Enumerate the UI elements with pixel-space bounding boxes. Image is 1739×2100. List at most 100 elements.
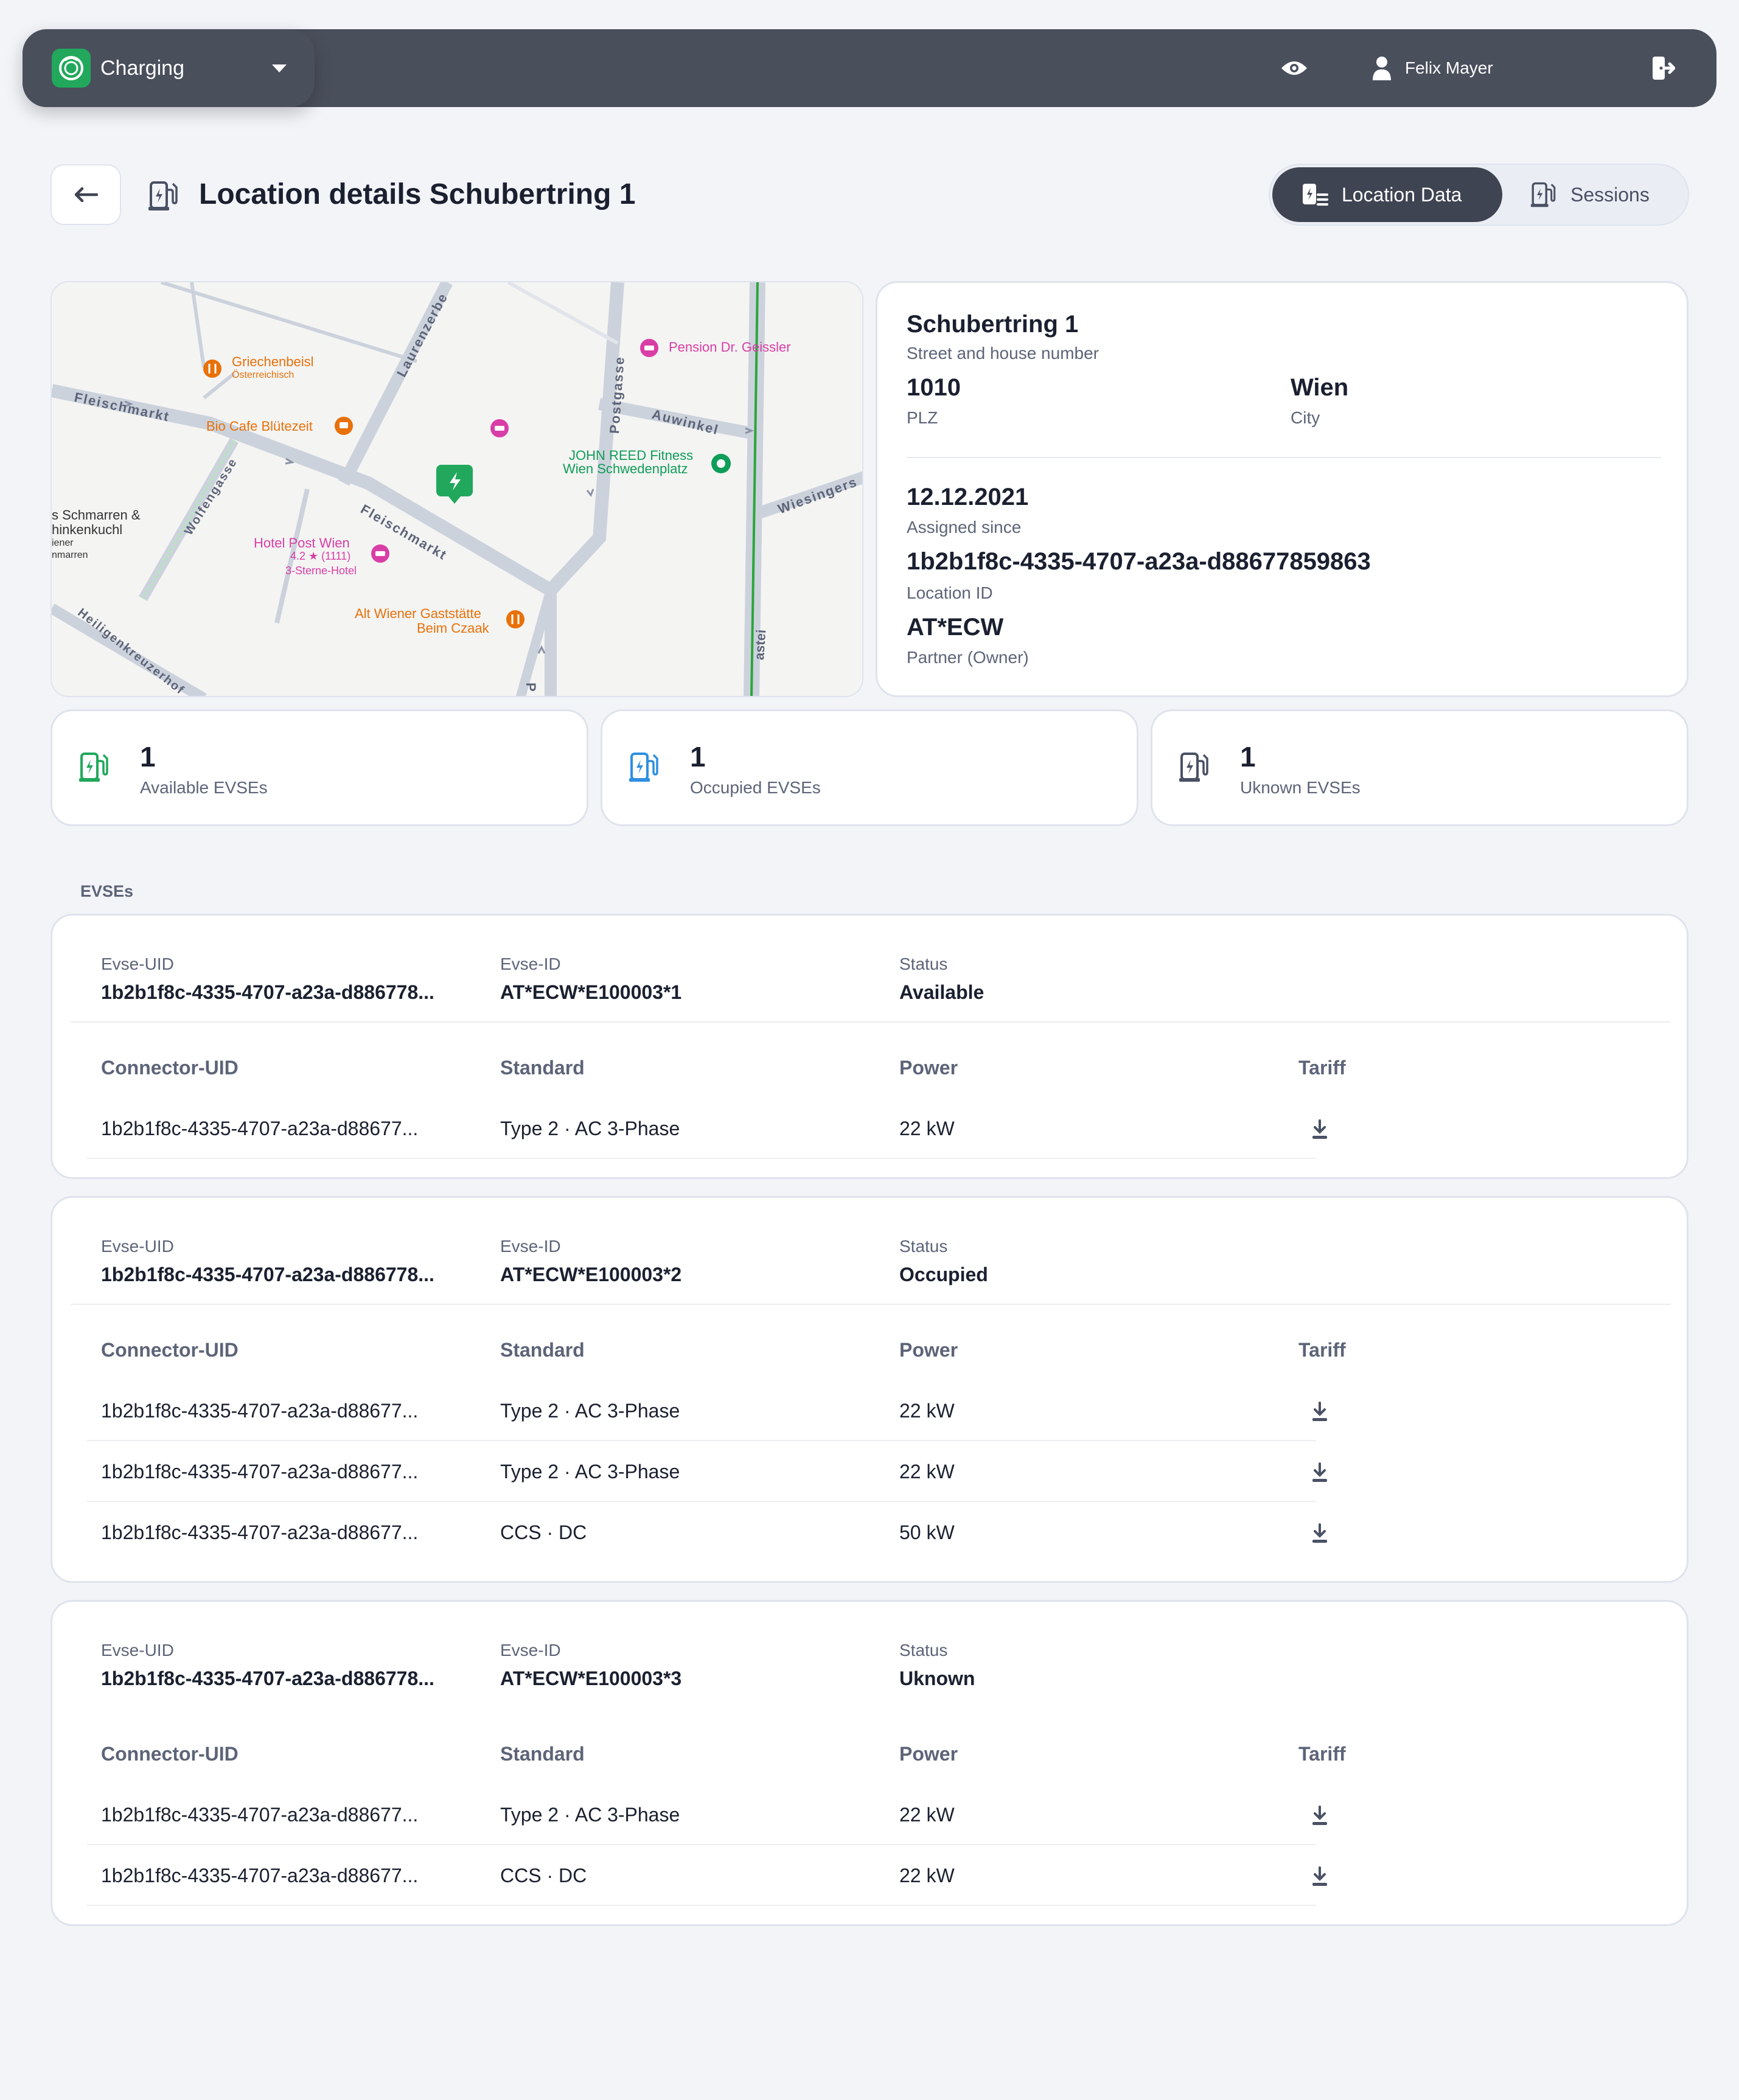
evse-id-label: Evse-ID <box>500 1641 561 1660</box>
map-label: Griechenbeisl <box>232 354 314 369</box>
evses-section-label: EVSEs <box>80 882 134 900</box>
connector-uid: 1b2b1f8c-4335-4707-a23a-d88677... <box>101 1804 419 1826</box>
sessions-icon <box>1530 182 1556 207</box>
row-divider <box>87 1440 1316 1441</box>
tab-sessions[interactable]: Sessions <box>1512 167 1682 222</box>
tab-location-data-label: Location Data <box>1342 183 1462 206</box>
location-info-card: Schubertring 1 Street and house number 1… <box>876 281 1688 697</box>
partner-value: AT*ECW <box>907 614 1004 641</box>
city-value: Wien <box>1291 374 1349 401</box>
map-label: s Schmarren & <box>52 507 141 523</box>
connector-standard: Type 2 · AC 3-Phase <box>500 1118 680 1139</box>
stat-occupied: 1 Occupied EVSEs <box>601 709 1138 826</box>
charging-station-available-icon <box>79 751 110 786</box>
connector-uid-header: Connector-UID <box>101 1057 239 1079</box>
evse-id-label: Evse-ID <box>500 954 561 973</box>
row-divider <box>87 1905 1316 1906</box>
location-map[interactable]: Griechenbeisl Österreichisch Pension Dr.… <box>51 281 863 697</box>
charging-station-occupied-icon <box>629 751 660 786</box>
eye-icon[interactable] <box>1276 54 1312 83</box>
status-value: Occupied <box>899 1264 988 1285</box>
assigned-since-value: 12.12.2021 <box>907 484 1029 510</box>
chevron-down-icon <box>272 64 287 72</box>
location-id-label: Location ID <box>907 583 993 602</box>
connector-standard: Type 2 · AC 3-Phase <box>500 1400 680 1422</box>
tab-location-data[interactable]: Location Data <box>1272 167 1502 222</box>
back-button[interactable] <box>51 164 121 225</box>
status-value: Available <box>899 981 985 1003</box>
logout-icon[interactable] <box>1646 52 1680 84</box>
connector-uid: 1b2b1f8c-4335-4707-a23a-d88677... <box>101 1461 419 1483</box>
download-tariff-icon[interactable] <box>1308 1865 1332 1889</box>
download-tariff-icon[interactable] <box>1308 1400 1332 1424</box>
download-tariff-icon[interactable] <box>1308 1804 1332 1828</box>
user-icon <box>1373 57 1391 80</box>
stat-label: Uknown EVSEs <box>1240 778 1361 797</box>
connector-power: 22 kW <box>899 1461 955 1483</box>
connector-power: 22 kW <box>899 1400 955 1422</box>
evse-uid-value: 1b2b1f8c-4335-4707-a23a-d886778... <box>101 1264 434 1285</box>
charging-station-icon <box>148 180 179 215</box>
connector-uid-header: Connector-UID <box>101 1339 239 1361</box>
stat-available: 1 Available EVSEs <box>51 709 588 826</box>
partner-label: Partner (Owner) <box>907 648 1029 667</box>
connector-uid-header: Connector-UID <box>101 1743 239 1765</box>
divider <box>907 457 1661 458</box>
power-header: Power <box>899 1743 958 1765</box>
connector-uid: 1b2b1f8c-4335-4707-a23a-d88677... <box>101 1400 419 1422</box>
location-data-icon <box>1303 184 1328 206</box>
user-menu[interactable]: Felix Mayer <box>1372 49 1493 88</box>
connector-power: 22 kW <box>899 1865 955 1886</box>
location-id-value: 1b2b1f8c-4335-4707-a23a-d88677859863 <box>907 548 1371 575</box>
map-label: nmarren <box>52 550 88 560</box>
stat-value: 1 <box>690 741 706 773</box>
map-label: iener <box>52 538 74 548</box>
power-header: Power <box>899 1057 958 1079</box>
connector-standard: Type 2 · AC 3-Phase <box>500 1461 680 1483</box>
view-tabs: Location Data Sessions <box>1269 164 1689 226</box>
tariff-header: Tariff <box>1298 1743 1346 1765</box>
row-divider <box>87 1844 1316 1845</box>
app-logo-icon <box>52 49 91 88</box>
divider <box>71 1304 1671 1305</box>
power-header: Power <box>899 1339 958 1361</box>
status-label: Status <box>899 1237 948 1256</box>
download-tariff-icon[interactable] <box>1308 1461 1332 1485</box>
stat-label: Available EVSEs <box>140 778 268 797</box>
app-name: Charging <box>100 56 184 80</box>
row-divider <box>87 1158 1316 1159</box>
arrow-left-icon <box>74 187 98 203</box>
stat-label: Occupied EVSEs <box>690 778 821 797</box>
connector-power: 50 kW <box>899 1521 955 1543</box>
evse-id-value: AT*ECW*E100003*2 <box>500 1264 682 1285</box>
user-name: Felix Mayer <box>1405 58 1493 77</box>
status-value: Uknown <box>899 1667 975 1689</box>
map-label: astei <box>751 628 769 661</box>
plz-label: PLZ <box>907 408 938 427</box>
stat-value: 1 <box>140 741 156 773</box>
connector-power: 22 kW <box>899 1118 955 1139</box>
connector-uid: 1b2b1f8c-4335-4707-a23a-d88677... <box>101 1118 419 1139</box>
connector-uid: 1b2b1f8c-4335-4707-a23a-d88677... <box>101 1865 419 1886</box>
connector-standard: CCS · DC <box>500 1521 587 1543</box>
evse-uid-label: Evse-UID <box>101 1237 174 1256</box>
stat-value: 1 <box>1240 741 1256 773</box>
map-label: Beim Czaak <box>417 621 489 636</box>
map-label: Alt Wiener Gaststätte <box>355 606 481 621</box>
stat-unknown: 1 Uknown EVSEs <box>1151 709 1688 826</box>
assigned-since-label: Assigned since <box>907 518 1022 537</box>
evse-card: Evse-UID 1b2b1f8c-4335-4707-a23a-d886778… <box>51 914 1688 1179</box>
charging-station-unknown-icon <box>1179 751 1210 786</box>
download-tariff-icon[interactable] <box>1308 1521 1332 1546</box>
download-tariff-icon[interactable] <box>1308 1118 1332 1142</box>
divider <box>71 1021 1671 1023</box>
standard-header: Standard <box>500 1339 585 1361</box>
evse-uid-label: Evse-UID <box>101 954 174 973</box>
status-label: Status <box>899 1641 948 1660</box>
connector-standard: Type 2 · AC 3-Phase <box>500 1804 680 1826</box>
map-label: Hotel Post Wien <box>254 535 350 551</box>
app-switcher[interactable]: Charging <box>23 29 315 107</box>
status-label: Status <box>899 954 948 973</box>
evse-uid-value: 1b2b1f8c-4335-4707-a23a-d886778... <box>101 1667 434 1689</box>
street-label: Street and house number <box>907 344 1099 363</box>
